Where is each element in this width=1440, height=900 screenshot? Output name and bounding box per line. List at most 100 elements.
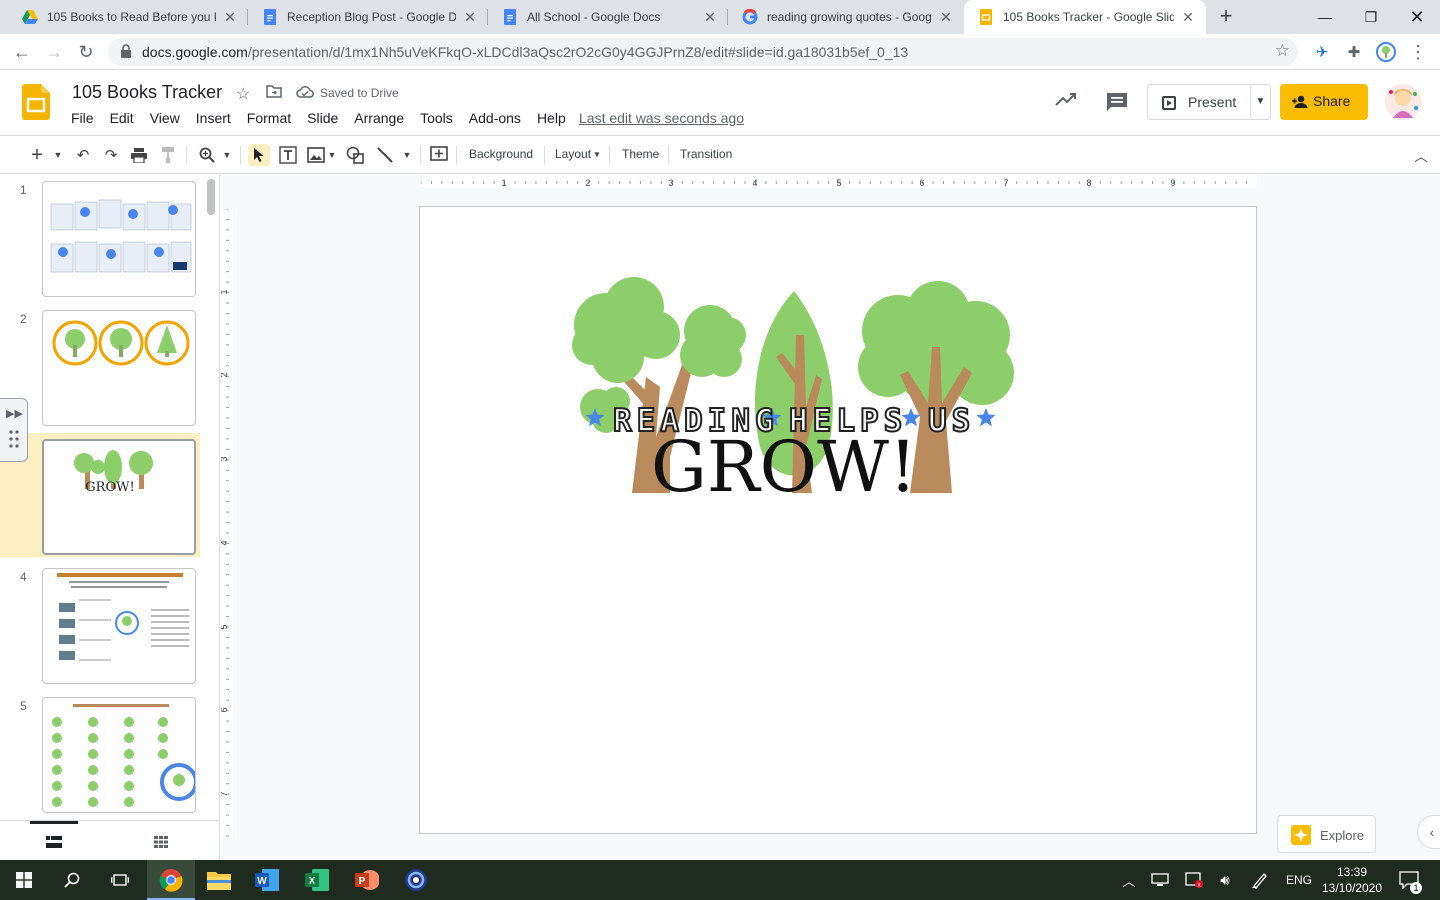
slide-thumbnail-item-current[interactable]: 3 GROW! [0,433,200,557]
close-icon[interactable]: ✕ [1180,9,1196,26]
redo-icon[interactable]: ↷ [100,144,122,166]
image-dropdown-icon[interactable]: ▼ [326,144,338,166]
grid-view-icon[interactable] [154,835,168,851]
reading-helps-us-grow-graphic[interactable]: READING HELPS US GROW! [420,207,1258,835]
slide-thumbnail-item[interactable]: 1 [0,175,200,299]
microsoft-excel-icon[interactable]: X [293,860,341,900]
menu-edit[interactable]: Edit [102,110,142,126]
move-to-folder-icon[interactable] [266,84,282,103]
user-avatar[interactable] [1385,84,1421,120]
filmstrip-scrollbar[interactable] [207,179,215,215]
layout-button[interactable]: Layout [555,147,591,161]
theme-button[interactable]: Theme [622,147,659,161]
slide-thumbnail[interactable] [42,697,196,813]
notifications-icon[interactable]: 1 [1396,860,1422,900]
new-tab-button[interactable]: + [1214,5,1238,29]
restore-button[interactable]: ❐ [1348,0,1394,34]
background-button[interactable]: Background [469,147,533,161]
present-button[interactable]: Present ▼ [1147,84,1271,120]
insert-comment-icon[interactable] [428,144,450,166]
menu-arrange[interactable]: Arrange [346,110,412,126]
windows-start-icon[interactable] [0,860,48,900]
language-indicator[interactable]: ENG [1282,860,1316,900]
menu-insert[interactable]: Insert [188,110,239,126]
forward-arrow-icon[interactable]: → [42,40,66,64]
last-edit-link[interactable]: Last edit was seconds ago [579,110,744,126]
extensions-puzzle-icon[interactable]: ✚ [1344,42,1364,62]
browser-tab[interactable]: 105 Books to Read Before you Le ✕ [8,0,248,34]
menu-tools[interactable]: Tools [412,110,461,126]
slide-thumbnail-item[interactable]: 4 [0,562,200,686]
slide-canvas[interactable]: READING HELPS US GROW! [419,206,1257,834]
comments-icon[interactable] [1106,92,1128,117]
menu-view[interactable]: View [142,110,188,126]
filmstrip-view-icon[interactable] [46,835,62,851]
task-view-icon[interactable] [96,860,144,900]
text-box-icon[interactable] [277,144,299,166]
star-icon[interactable]: ☆ [236,84,250,104]
google-slides-logo[interactable] [22,84,50,120]
zoom-icon[interactable] [196,144,218,166]
slide-thumbnail-item[interactable]: 2 [0,304,200,428]
line-icon[interactable] [374,144,396,166]
file-explorer-icon[interactable] [195,860,243,900]
undo-icon[interactable]: ↶ [72,144,94,166]
new-slide-dropdown-icon[interactable]: ▼ [50,144,66,166]
extension-bird-icon[interactable]: ✈ [1312,42,1332,62]
zoom-dropdown-icon[interactable]: ▼ [220,144,234,166]
menu-file[interactable]: File [63,110,102,126]
slide-thumbnail-item[interactable]: 5 [0,691,200,815]
select-cursor-icon[interactable] [248,144,270,166]
menu-help[interactable]: Help [529,110,574,126]
transition-button[interactable]: Transition [680,147,732,161]
browser-menu-icon[interactable]: ⋮ [1408,42,1428,62]
slide-thumbnail[interactable] [42,310,196,426]
close-icon[interactable]: ✕ [222,9,238,26]
share-button[interactable]: Share [1280,84,1368,120]
layout-dropdown-icon[interactable]: ▼ [593,150,601,159]
close-window-button[interactable]: ✕ [1394,0,1440,34]
browser-tab[interactable]: reading growing quotes - Googl ✕ [728,0,964,34]
print-icon[interactable] [128,144,150,166]
menu-format[interactable]: Format [239,110,299,126]
present-dropdown-icon[interactable]: ▼ [1250,85,1270,119]
image-icon[interactable] [305,144,327,166]
shape-icon[interactable] [344,144,366,166]
paint-format-icon[interactable] [158,144,180,166]
slide-thumbnail[interactable] [42,181,196,297]
volume-icon[interactable]: 🔊︎ [1214,860,1236,900]
side-panel-toggle-chevron-icon[interactable]: ‹ [1417,815,1440,849]
document-title[interactable]: 105 Books Tracker [72,82,222,103]
line-dropdown-icon[interactable]: ▼ [400,144,414,166]
collapse-toolbar-icon[interactable]: ︿ [1410,144,1432,166]
minimize-button[interactable]: — [1302,0,1348,34]
close-icon[interactable]: ✕ [938,9,954,26]
pen-ink-icon[interactable] [1248,860,1272,900]
profile-avatar-icon[interactable] [1376,42,1396,62]
microsoft-word-icon[interactable]: W [243,860,291,900]
slide-thumbnail[interactable] [42,568,196,684]
close-icon[interactable]: ✕ [702,9,718,26]
bookmark-star-icon[interactable]: ☆ [1275,41,1290,61]
activity-trend-icon[interactable] [1055,92,1077,111]
reload-icon[interactable]: ↻ [74,40,98,64]
show-hidden-icons-chevron-icon[interactable]: ︿ [1118,860,1140,900]
network-icon[interactable] [1148,860,1172,900]
search-icon[interactable] [48,860,96,900]
browser-tab[interactable]: Reception Blog Post - Google Do ✕ [248,0,488,34]
menu-slide[interactable]: Slide [299,110,346,126]
new-slide-plus-icon[interactable]: + [26,144,48,166]
chrome-icon[interactable] [147,860,195,900]
resize-handle-icon[interactable] [819,851,841,864]
back-arrow-icon[interactable]: ← [10,40,34,64]
menu-addons[interactable]: Add-ons [461,110,529,126]
microsoft-powerpoint-icon[interactable]: P [343,860,391,900]
browser-tab[interactable]: All School - Google Docs ✕ [488,0,728,34]
clock[interactable]: 13:39 13/10/2020 [1318,860,1386,900]
close-icon[interactable]: ✕ [462,9,478,26]
vertical-ruler[interactable]: 1 2 3 4 5 6 7 [219,208,233,837]
app-circle-icon[interactable] [392,860,440,900]
security-alert-icon[interactable]: x [1182,860,1206,900]
address-bar[interactable]: docs.google.com/presentation/d/1mx1Nh5uV… [108,38,1298,66]
side-panel-handle[interactable]: ▶▶ [0,398,28,462]
